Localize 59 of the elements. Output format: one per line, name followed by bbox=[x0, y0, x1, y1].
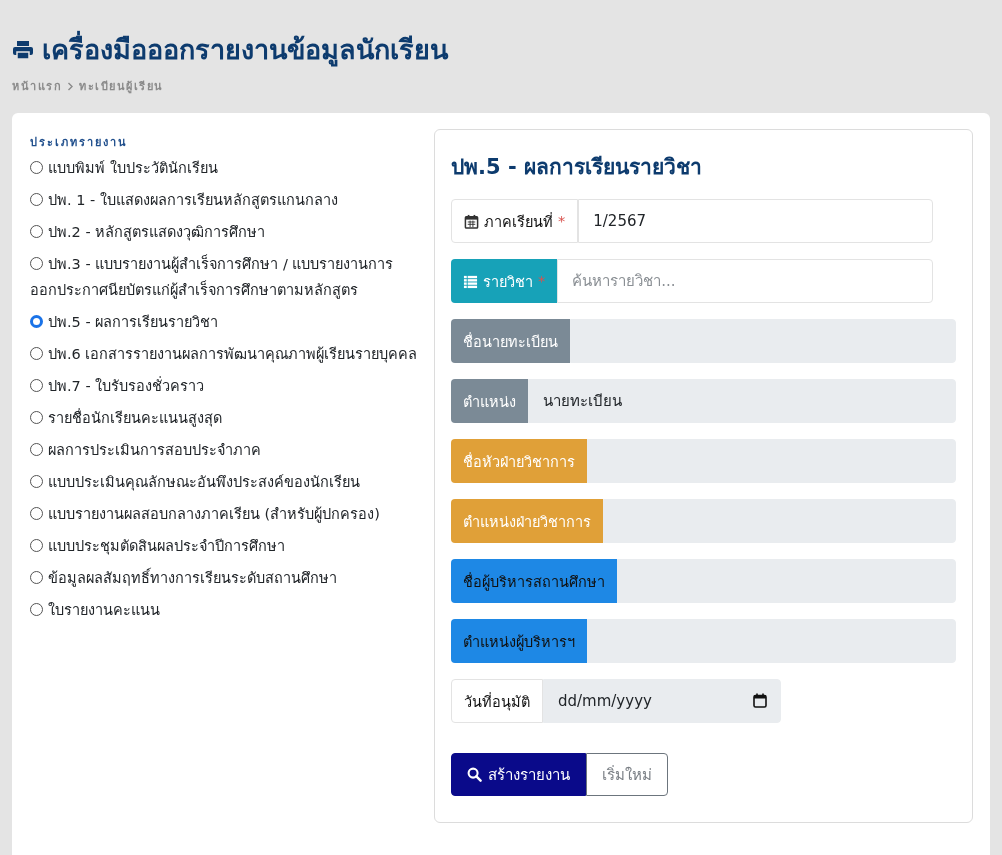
readonly-field[interactable] bbox=[587, 439, 956, 483]
radio-button[interactable] bbox=[30, 257, 43, 270]
readonly-field[interactable]: นายทะเบียน bbox=[528, 379, 956, 423]
label-text: ตำแหน่ง bbox=[463, 392, 516, 412]
report-type-option[interactable]: ปพ.6 เอกสารรายงานผลการพัฒนาคุณภาพผู้เรียนรายบุคคล bbox=[30, 341, 420, 367]
radio-button[interactable] bbox=[30, 379, 43, 392]
radio-button[interactable] bbox=[30, 161, 43, 174]
report-type-option[interactable]: ปพ.2 - หลักสูตรแสดงวุฒิการศึกษา bbox=[30, 219, 420, 245]
required-mark: * bbox=[558, 213, 566, 229]
radio-button[interactable] bbox=[30, 411, 43, 424]
report-type-option[interactable]: แบบประเมินคุณลักษณะอันพึงประสงค์ของนักเรียน bbox=[30, 469, 420, 495]
report-type-option[interactable]: แบบรายงานผลสอบกลางภาคเรียน (สำหรับผู้ปกครอง) bbox=[30, 501, 420, 527]
readonly-field[interactable] bbox=[570, 319, 956, 363]
required-mark: * bbox=[538, 273, 546, 289]
radio-button[interactable] bbox=[30, 475, 43, 488]
label-text: ชื่อผู้บริหารสถานศึกษา bbox=[463, 571, 605, 593]
radio-button[interactable] bbox=[30, 193, 43, 206]
date-field[interactable]: dd/mm/yyyy bbox=[543, 679, 781, 723]
report-type-option[interactable]: ปพ.3 - แบบรายงานผู้สำเร็จการศึกษา / แบบรายงานการออกประกาศนียบัตรแก่ผู้สำเร็จการศึกษาตามหลักสูตร bbox=[30, 251, 420, 303]
readonly-field[interactable] bbox=[617, 559, 956, 603]
readonly-field[interactable] bbox=[587, 619, 956, 663]
radio-button[interactable] bbox=[30, 539, 43, 552]
label-text: ภาคเรียนที่ bbox=[484, 211, 553, 232]
section-heading: ประเภทรายงาน bbox=[30, 135, 129, 151]
calendar-icon bbox=[464, 213, 479, 229]
label-text: ตำแหน่งฝ่ายวิชาการ bbox=[463, 512, 591, 532]
radio-button[interactable] bbox=[30, 225, 43, 238]
radio-button[interactable] bbox=[30, 507, 43, 520]
text-field[interactable]: ค้นหารายวิชา... bbox=[557, 259, 933, 303]
report-type-option[interactable]: รายชื่อนักเรียนคะแนนสูงสุด bbox=[30, 405, 420, 431]
label-text: รายวิชา bbox=[483, 272, 533, 292]
printer-icon bbox=[12, 39, 34, 60]
report-type-option[interactable]: ใบรายงานคะแนน bbox=[30, 597, 420, 623]
radio-button[interactable] bbox=[30, 443, 43, 456]
radio-button[interactable] bbox=[30, 315, 43, 328]
report-type-option[interactable]: ข้อมูลผลสัมฤทธิ์ทางการเรียนระดับสถานศึกษา bbox=[30, 565, 420, 591]
report-type-option[interactable]: แบบพิมพ์ ใบประวัตินักเรียน bbox=[30, 155, 420, 181]
form-title: ปพ.5 - ผลการเรียนรายวิชา bbox=[451, 154, 703, 181]
label-text: ชื่อนายทะเบียน bbox=[463, 331, 558, 352]
radio-button[interactable] bbox=[30, 603, 43, 616]
radio-button[interactable] bbox=[30, 571, 43, 584]
label-text: ตำแหน่งผู้บริหารฯ bbox=[463, 632, 575, 653]
readonly-field[interactable] bbox=[603, 499, 956, 543]
report-type-option[interactable]: ผลการประเมินการสอบประจำภาค bbox=[30, 437, 420, 463]
report-type-option[interactable]: ปพ.7 - ใบรับรองชั่วคราว bbox=[30, 373, 420, 399]
list-icon bbox=[463, 273, 478, 289]
report-type-option[interactable]: แบบประชุมตัดสินผลประจำปีการศึกษา bbox=[30, 533, 420, 559]
report-type-option[interactable]: ปพ.5 - ผลการเรียนรายวิชา bbox=[30, 309, 420, 335]
label-text: วันที่อนุมัติ bbox=[464, 691, 530, 713]
create-report-button[interactable]: สร้างรายงาน bbox=[451, 753, 586, 796]
search-icon bbox=[467, 767, 482, 782]
chevron-icon bbox=[67, 81, 74, 91]
radio-button[interactable] bbox=[30, 347, 43, 360]
reset-button[interactable]: เริ่มใหม่ bbox=[586, 753, 668, 796]
report-type-option[interactable]: ปพ. 1 - ใบแสดงผลการเรียนหลักสูตรแกนกลาง bbox=[30, 187, 420, 213]
page-title: เครื่องมือออกรายงานข้อมูลนักเรียน bbox=[42, 28, 448, 71]
label-text: ชื่อหัวฝ่ายวิชาการ bbox=[463, 451, 575, 472]
text-field[interactable]: 1/2567 bbox=[578, 199, 933, 243]
calendar-icon[interactable] bbox=[753, 693, 767, 708]
